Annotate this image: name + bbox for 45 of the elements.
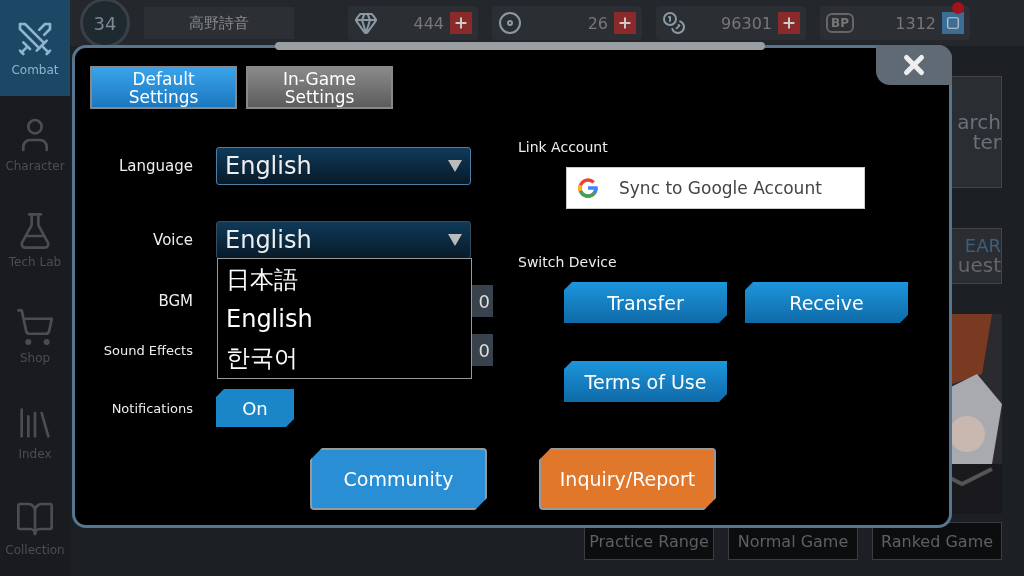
plus-icon — [781, 15, 797, 31]
section-label: Link Account — [518, 139, 609, 155]
google-sync-button[interactable]: Sync to Google Account — [566, 167, 865, 209]
setting-label: Sound Effects — [102, 342, 193, 358]
dropdown-field[interactable]: English — [216, 147, 471, 185]
cart-icon — [15, 307, 55, 347]
player-name: 高野詩音 — [144, 7, 294, 39]
square-button[interactable] — [942, 12, 964, 34]
section-label: Switch Device — [518, 254, 618, 270]
plus-icon — [453, 15, 469, 31]
device-button[interactable]: Transfer — [564, 282, 727, 323]
plus-icon — [617, 15, 633, 31]
settings-tab[interactable]: In-Game Settings — [246, 66, 393, 109]
setting-label: BGM — [157, 292, 193, 310]
setting-label: Notifications — [110, 400, 193, 416]
gem-icon — [354, 11, 378, 35]
device-button[interactable]: Receive — [745, 282, 908, 323]
plus-button[interactable] — [778, 12, 800, 34]
dropdown-option[interactable]: 한국어 — [226, 341, 463, 374]
toggle-button[interactable]: On — [216, 389, 294, 427]
google-logo — [577, 177, 599, 199]
close-button[interactable] — [876, 45, 952, 85]
level-badge: 34 — [80, 0, 130, 48]
terms-button[interactable]: Terms of Use — [564, 361, 727, 402]
plus-button[interactable] — [450, 12, 472, 34]
disc-icon — [498, 11, 522, 35]
bp-emblem: BP — [826, 13, 854, 33]
dropdown-option[interactable]: English — [226, 304, 463, 333]
dropdown-option[interactable]: 日本語 — [226, 263, 463, 296]
currency-amount: 1312 — [894, 13, 936, 33]
currency-amount: 26 — [586, 13, 608, 33]
dropdown-arrow-icon — [448, 234, 462, 246]
setting-label: Voice — [152, 231, 193, 249]
dropdown-arrow-icon — [448, 160, 462, 172]
mode-button[interactable]: Ranked Game — [872, 522, 1002, 560]
square-icon — [946, 16, 960, 30]
setting-label: Language — [117, 157, 193, 175]
footer-button[interactable]: Community — [310, 448, 487, 510]
plus-button[interactable] — [614, 12, 636, 34]
settings-tab[interactable]: Default Settings — [90, 66, 237, 109]
currency-amount: 444 — [412, 13, 444, 33]
footer-button[interactable]: Inquiry/Report — [539, 448, 716, 510]
sidebar-item[interactable]: Combat — [0, 0, 70, 96]
currency-amount: 96301 — [720, 13, 772, 33]
coin-icon — [662, 11, 686, 35]
